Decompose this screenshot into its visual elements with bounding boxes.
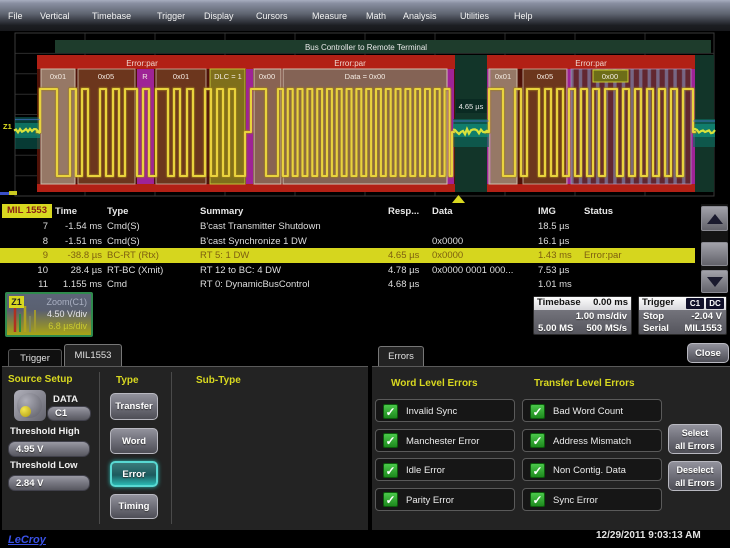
svg-text:0x05: 0x05: [98, 72, 114, 81]
svg-text:DLC = 1: DLC = 1: [214, 72, 242, 81]
svg-text:4.65 µs: 4.65 µs: [459, 102, 484, 111]
svg-text:0x01: 0x01: [173, 72, 189, 81]
svg-text:0x01: 0x01: [50, 72, 66, 81]
svg-text:Data = 0x00: Data = 0x00: [345, 72, 386, 81]
svg-text:Error:par: Error:par: [575, 59, 607, 68]
svg-text:0x01: 0x01: [495, 72, 511, 81]
svg-text:0x00: 0x00: [602, 72, 618, 81]
svg-text:Error:par: Error:par: [126, 59, 158, 68]
svg-text:0x05: 0x05: [537, 72, 553, 81]
svg-text:R: R: [142, 72, 148, 81]
svg-text:Error:par: Error:par: [334, 59, 366, 68]
svg-text:Bus Controller to Remote Termi: Bus Controller to Remote Terminal: [305, 43, 427, 52]
svg-text:0x00: 0x00: [259, 72, 275, 81]
svg-text:Z1: Z1: [3, 122, 12, 131]
